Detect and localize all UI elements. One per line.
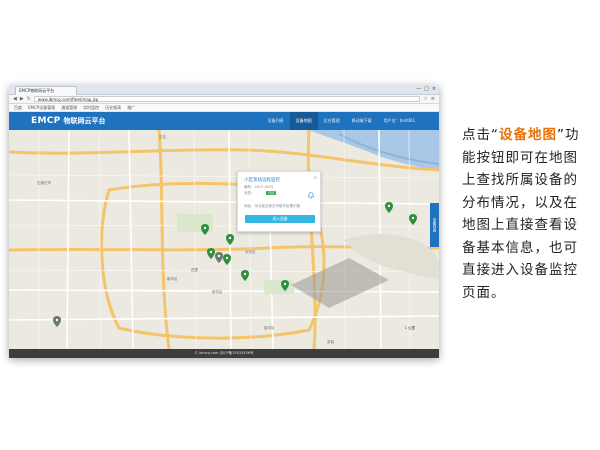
forward-icon[interactable]: ▶: [20, 96, 24, 102]
reload-icon[interactable]: ↻: [27, 96, 31, 102]
menu-icon[interactable]: ≡: [431, 96, 435, 102]
instruction-part2: ”功能按钮即可在地图上查找所属设备的分布情况，以及在地图上直接查看设备基本信息，…: [462, 127, 580, 301]
popup-title: 小区泵站远程监控: [244, 178, 280, 183]
instruction-part1: 点击“: [462, 127, 499, 143]
device-map[interactable]: 石家庄市 西里 新华区 桥东区 长安区 裕华区 正定 栾城 1 公里 设备列表: [9, 130, 439, 349]
map-label: 桥东区: [212, 290, 223, 294]
bookmark-item[interactable]: 百度: [14, 105, 22, 111]
maximize-button[interactable]: □: [424, 86, 429, 92]
bookmark-item[interactable]: 推广: [127, 105, 135, 111]
map-label: 栾城: [327, 340, 334, 344]
map-canvas: [9, 130, 439, 349]
url-input[interactable]: www.lbmcp.com/fleet/map.jsp: [33, 96, 421, 102]
app-logo[interactable]: EMCP: [31, 116, 61, 126]
nav-label: 用户名：test001: [383, 118, 415, 123]
bookmark-item[interactable]: 历史报表: [105, 105, 121, 111]
app-header: EMCP 物联网云平台 设备列表 设备地图 后台管理 移动端下载 用户名：tes…: [9, 112, 439, 130]
nav-admin[interactable]: 后台管理: [318, 112, 346, 130]
instruction-text: 点击“设备地图”功能按钮即可在地图上查找所属设备的分布情况，以及在地图上直接查看…: [462, 124, 590, 304]
bookmark-item[interactable]: 实时监控: [83, 105, 99, 111]
app-logo-subtitle: 物联网云平台: [63, 117, 106, 125]
browser-tab[interactable]: EMCP物联网云平台: [15, 86, 77, 95]
nav-label: 移动端下载: [351, 118, 372, 123]
device-status-label: 状态：: [244, 191, 255, 195]
tab-title: EMCP物联网云平台: [19, 88, 55, 93]
nav-user[interactable]: 用户名：test001: [378, 112, 421, 130]
device-list-side-button[interactable]: 设备列表: [430, 203, 439, 247]
map-scale: 1 公里: [404, 326, 415, 330]
instruction-highlight: 设备地图: [499, 127, 557, 143]
close-window-button[interactable]: ×: [432, 86, 436, 92]
bell-icon[interactable]: [308, 192, 314, 199]
browser-window: EMCP物联网云平台 — □ × ◀ ▶ ↻ www.lbmcp.com/fle…: [9, 85, 439, 358]
main-nav: 设备列表 设备地图 后台管理 移动端下载 用户名：test001: [262, 112, 421, 130]
enter-device-button[interactable]: 进入设备: [245, 215, 315, 223]
map-label: 石家庄市: [37, 181, 51, 185]
bookmarks-bar: 百度 EMCP设备管理 通道管理 实时监控 历史报表 推广: [9, 104, 439, 112]
nav-label: 设备列表: [267, 118, 284, 123]
map-label: 长安区: [245, 250, 256, 254]
map-label: 裕华区: [264, 326, 275, 330]
status-badge: 在线: [266, 191, 277, 195]
window-controls: — □ ×: [416, 86, 436, 92]
address-bar: ◀ ▶ ↻ www.lbmcp.com/fleet/map.jsp ☆ ≡: [9, 95, 439, 104]
map-park: [264, 280, 294, 294]
nav-device-map[interactable]: 设备地图: [289, 112, 318, 130]
bookmark-item[interactable]: 通道管理: [61, 105, 77, 111]
nav-mobile-download[interactable]: 移动端下载: [346, 112, 378, 130]
device-id: 编号：2017-0032: [244, 185, 274, 189]
map-label: 西里: [191, 268, 198, 272]
nav-device-list[interactable]: 设备列表: [262, 112, 290, 130]
back-icon[interactable]: ◀: [13, 96, 17, 102]
device-info-popup: 小区泵站远程监控 × 编号：2017-0032 状态： 在线 地址：河北省石家庄…: [237, 171, 321, 232]
popup-close-icon[interactable]: ×: [314, 175, 317, 180]
bookmark-item[interactable]: EMCP设备管理: [28, 105, 55, 111]
nav-label: 后台管理: [323, 118, 340, 123]
nav-label: 设备地图: [295, 118, 312, 123]
minimize-button[interactable]: —: [416, 86, 421, 92]
browser-titlebar: EMCP物联网云平台 — □ ×: [9, 85, 439, 95]
star-icon[interactable]: ☆: [423, 96, 427, 102]
device-address: 地址：河北省石家庄市裕华区槐中路: [244, 204, 300, 208]
map-label: 正定: [159, 135, 166, 139]
page-footer: © lbmcp.com 京ICP备15032456号: [9, 349, 439, 358]
map-label: 新华区: [167, 277, 178, 281]
